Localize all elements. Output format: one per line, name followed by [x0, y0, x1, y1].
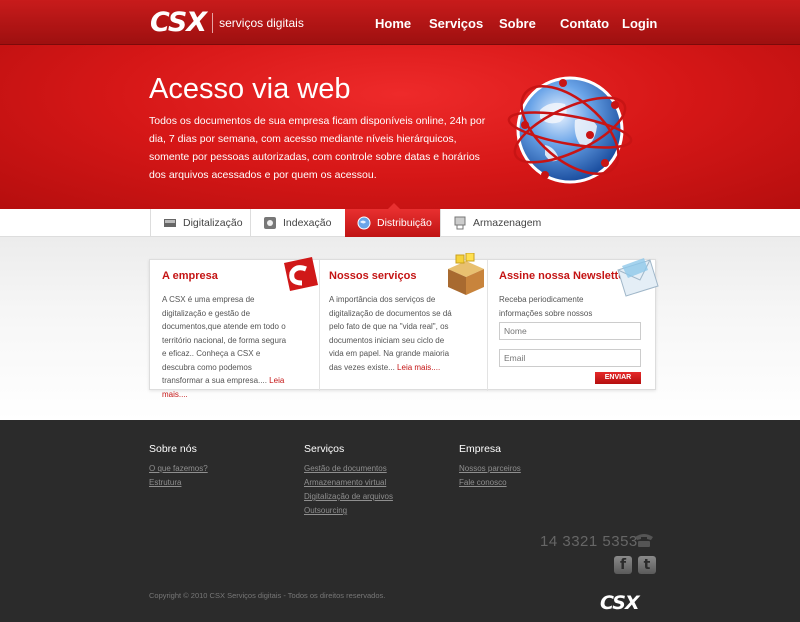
box-servicos: Nossos serviços A importância dos serviç… — [319, 253, 487, 391]
send-button[interactable]: ENVIAR — [595, 372, 641, 384]
footer-heading-servicos: Serviços — [304, 443, 345, 455]
footer-link[interactable]: Estrutura — [149, 478, 181, 487]
phone-number: 14 3321 5353 — [540, 533, 638, 550]
scanner-icon — [164, 219, 176, 227]
logo-tagline: serviços digitais — [219, 16, 304, 30]
newsletter-email-field[interactable] — [499, 349, 641, 367]
tab-label: Armazenagem — [473, 217, 542, 229]
footer: Sobre nós O que fazemos? Estrutura Servi… — [0, 420, 800, 622]
newsletter-title: Assine nossa Newsletter — [499, 270, 629, 282]
hero-text: Todos os documentos de sua empresa ficam… — [149, 115, 486, 181]
logo[interactable]: CSX serviços digitais — [150, 7, 304, 38]
nav-sobre[interactable]: Sobre — [499, 16, 536, 31]
footer-link[interactable]: Armazenamento virtual — [304, 478, 386, 487]
hero-title: Acesso via web — [149, 73, 351, 105]
box-servicos-text: A importância dos serviços de digitaliza… — [329, 295, 452, 372]
box-empresa: A empresa A CSX é uma empresa de digital… — [150, 257, 319, 399]
nav-servicos[interactable]: Serviços — [429, 16, 483, 31]
footer-heading-empresa: Empresa — [459, 443, 502, 455]
tab-indexacao[interactable]: Indexação — [250, 209, 345, 237]
nav-home[interactable]: Home — [375, 16, 411, 31]
footer-link[interactable]: Gestão de documentos — [304, 464, 387, 473]
facebook-icon[interactable]: f — [614, 556, 632, 574]
nav-login[interactable]: Login — [622, 16, 657, 31]
logo-divider — [212, 13, 214, 33]
footer-link[interactable]: O que fazemos? — [149, 464, 208, 473]
footer-link[interactable]: Digitalização de arquivos — [304, 492, 393, 501]
footer-logo[interactable]: CSX — [600, 592, 640, 614]
package-icon — [448, 253, 484, 295]
tab-armazenagem[interactable]: Armazenagem — [440, 209, 550, 237]
footer-heading-sobre: Sobre nós — [149, 443, 197, 455]
hero-banner: Acesso via web Todos os documentos de su… — [0, 45, 800, 209]
storage-icon — [454, 216, 466, 230]
service-tabs: Digitalização Indexação Distribuição Arm… — [0, 203, 800, 237]
footer-link[interactable]: Nossos parceiros — [459, 464, 521, 473]
content-area: A empresa A CSX é uma empresa de digital… — [0, 237, 800, 420]
tab-label: Indexação — [283, 217, 332, 229]
tab-label: Distribuição — [377, 217, 432, 229]
globe-network-icon — [507, 76, 633, 184]
logo-mark: CSX — [150, 7, 207, 38]
phone-icon — [635, 534, 653, 547]
box-newsletter: Assine nossa Newsletter Receba periodica… — [487, 258, 659, 391]
twitter-icon[interactable]: t — [638, 556, 656, 574]
index-icon — [264, 217, 276, 229]
top-navbar: CSX serviços digitais Home Serviços Sobr… — [0, 0, 800, 45]
box-empresa-text: A CSX é uma empresa de digitalização e g… — [162, 295, 287, 399]
box-servicos-title: Nossos serviços — [329, 270, 417, 282]
footer-link[interactable]: Outsourcing — [304, 506, 347, 515]
tab-label: Digitalização — [183, 217, 243, 229]
copyright-text: Copyright © 2010 CSX Serviços digitais -… — [149, 591, 386, 600]
tab-digitalizacao[interactable]: Digitalização — [150, 209, 248, 237]
read-more-link[interactable]: Leia mais.... — [397, 363, 440, 372]
tab-distribuicao[interactable]: Distribuição — [345, 203, 440, 237]
footer-link[interactable]: Fale conosco — [459, 478, 507, 487]
nav-contato[interactable]: Contato — [560, 16, 609, 31]
newsletter-name-field[interactable] — [499, 322, 641, 340]
box-empresa-title: A empresa — [162, 270, 218, 282]
feature-boxes: A empresa A CSX é uma empresa de digital… — [149, 253, 659, 399]
csx-badge-icon — [284, 257, 318, 291]
globe-icon — [357, 216, 371, 230]
